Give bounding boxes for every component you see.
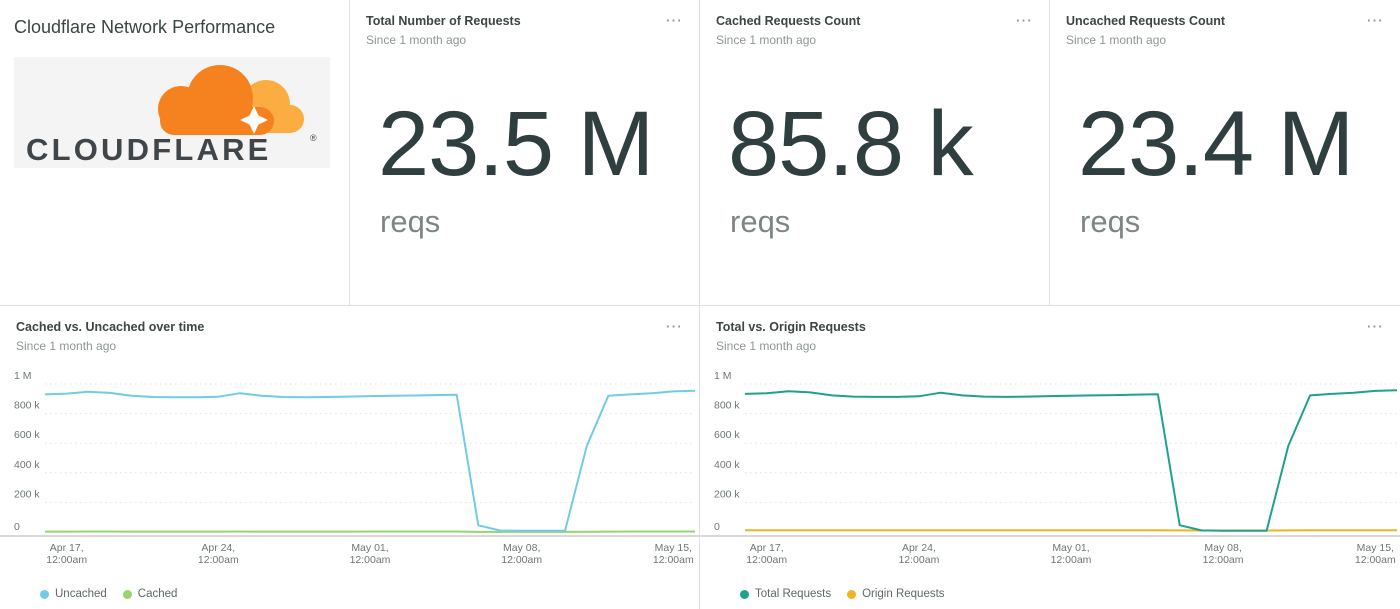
line-chart-plot[interactable]: 1 M800 k600 k400 k200 k0Apr 17,12:00amAp… [0, 370, 699, 570]
overflow-menu-icon[interactable]: ⋯ [1362, 8, 1388, 33]
legend-series-dot [123, 590, 132, 599]
y-tick-label: 1 M [14, 370, 32, 382]
billboard-unit: reqs [730, 204, 790, 240]
billboard-unit: reqs [380, 204, 440, 240]
y-tick-label: 0 [714, 521, 720, 533]
x-tick-label: May 15, [655, 542, 692, 554]
x-tick-label: 12:00am [1355, 554, 1396, 566]
y-tick-label: 200 k [14, 488, 40, 500]
chart-subtitle: Since 1 month ago [716, 339, 1360, 353]
y-tick-label: 200 k [714, 488, 740, 500]
overflow-menu-icon[interactable]: ⋯ [1362, 314, 1388, 339]
legend-series-dot [847, 590, 856, 599]
dashboard-header-card: Cloudflare Network Performance CLOUDFLAR… [0, 0, 349, 305]
y-tick-label: 400 k [714, 459, 740, 471]
card-title: Total Number of Requests [366, 14, 659, 30]
billboard-value: 23.5 M [378, 98, 653, 190]
legend-series-label: Origin Requests [862, 588, 944, 600]
line-chart-plot[interactable]: 1 M800 k600 k400 k200 k0Apr 17,12:00amAp… [700, 370, 1400, 570]
x-tick-label: 12:00am [198, 554, 239, 566]
x-tick-label: Apr 17, [750, 542, 784, 554]
billboard-unit: reqs [1080, 204, 1140, 240]
x-tick-label: May 08, [503, 542, 540, 554]
legend-series-dot [40, 590, 49, 599]
x-tick-label: 12:00am [653, 554, 694, 566]
card-subtitle: Since 1 month ago [716, 33, 1009, 47]
x-tick-label: Apr 24, [201, 542, 235, 554]
x-tick-label: 12:00am [1051, 554, 1092, 566]
overflow-menu-icon[interactable]: ⋯ [1011, 8, 1037, 33]
series-line [745, 390, 1397, 531]
legend-series-dot [740, 590, 749, 599]
x-tick-label: May 01, [351, 542, 388, 554]
card-subtitle: Since 1 month ago [1066, 33, 1360, 47]
y-tick-label: 600 k [714, 429, 740, 441]
x-tick-label: 12:00am [746, 554, 787, 566]
legend-item[interactable]: Total Requests [740, 588, 831, 600]
series-line [45, 391, 695, 531]
chart-title: Total vs. Origin Requests [716, 320, 1360, 336]
chart-title: Cached vs. Uncached over time [16, 320, 659, 336]
y-tick-label: 800 k [14, 400, 40, 412]
y-tick-label: 600 k [14, 429, 40, 441]
x-tick-label: 12:00am [1203, 554, 1244, 566]
y-tick-label: 400 k [14, 459, 40, 471]
billboard-card-uncached-requests: Uncached Requests Count Since 1 month ag… [1049, 0, 1400, 305]
billboard-card-cached-requests: Cached Requests Count Since 1 month ago … [699, 0, 1049, 305]
y-tick-label: 1 M [714, 370, 732, 382]
x-tick-label: Apr 24, [902, 542, 936, 554]
chart-card-cached-vs-uncached: Cached vs. Uncached over time Since 1 mo… [0, 305, 699, 609]
legend-item[interactable]: Uncached [40, 588, 107, 600]
x-tick-label: May 08, [1204, 542, 1241, 554]
x-tick-label: 12:00am [501, 554, 542, 566]
billboard-value: 23.4 M [1078, 98, 1353, 190]
chart-subtitle: Since 1 month ago [16, 339, 659, 353]
card-subtitle: Since 1 month ago [366, 33, 659, 47]
overflow-menu-icon[interactable]: ⋯ [661, 8, 687, 33]
legend-item[interactable]: Cached [123, 588, 178, 600]
legend-series-label: Uncached [55, 588, 107, 600]
dashboard: Cloudflare Network Performance CLOUDFLAR… [0, 0, 1400, 609]
cloudflare-logo: CLOUDFLARE ® [14, 57, 330, 168]
x-tick-label: May 15, [1357, 542, 1394, 554]
overflow-menu-icon[interactable]: ⋯ [661, 314, 687, 339]
legend-series-label: Cached [138, 588, 178, 600]
legend-series-label: Total Requests [755, 588, 831, 600]
x-tick-label: 12:00am [350, 554, 391, 566]
cloudflare-cloud-icon [158, 65, 304, 135]
cloudflare-wordmark: CLOUDFLARE [26, 132, 272, 167]
cloudflare-logo-image: CLOUDFLARE ® [14, 57, 330, 168]
legend-item[interactable]: Origin Requests [847, 588, 944, 600]
chart-legend: Uncached Cached [40, 588, 177, 600]
y-tick-label: 0 [14, 521, 20, 533]
card-title: Uncached Requests Count [1066, 14, 1360, 30]
x-tick-label: Apr 17, [50, 542, 84, 554]
page-title: Cloudflare Network Performance [0, 0, 349, 38]
billboard-value: 85.8 k [728, 98, 973, 190]
chart-card-total-vs-origin: Total vs. Origin Requests Since 1 month … [699, 305, 1400, 609]
x-tick-label: May 01, [1052, 542, 1089, 554]
chart-legend: Total Requests Origin Requests [740, 588, 945, 600]
billboard-card-total-requests: Total Number of Requests Since 1 month a… [349, 0, 699, 305]
card-title: Cached Requests Count [716, 14, 1009, 30]
x-tick-label: 12:00am [46, 554, 87, 566]
registered-trademark-symbol: ® [310, 133, 317, 143]
x-tick-label: 12:00am [898, 554, 939, 566]
y-tick-label: 800 k [714, 400, 740, 412]
